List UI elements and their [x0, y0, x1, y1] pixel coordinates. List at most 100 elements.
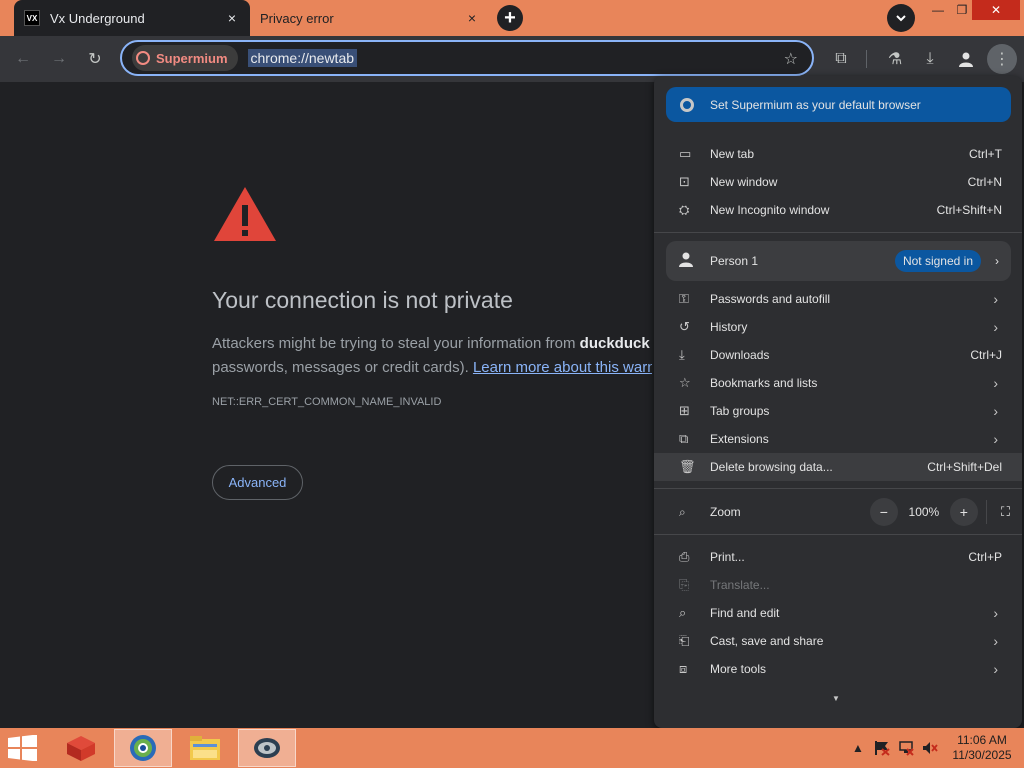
key-icon: ⚿	[679, 291, 689, 306]
chevron-right-icon: ›	[993, 633, 998, 649]
chevron-right-icon: ›	[993, 431, 998, 447]
menu-item-new-tab[interactable]: ▭ New tab Ctrl+T	[654, 140, 1022, 168]
scroll-down-icon[interactable]: ▼	[832, 694, 840, 703]
tray-overflow-icon[interactable]: ▲	[852, 728, 864, 768]
close-window-button[interactable]: ✕	[972, 0, 1020, 20]
menu-item-bookmarks[interactable]: ☆ Bookmarks and lists ›	[654, 369, 1022, 397]
zoom-out-button[interactable]: −	[869, 498, 898, 526]
menu-divider	[654, 488, 1022, 489]
downloads-icon[interactable]: ⤓	[915, 44, 945, 74]
menu-shortcut: Ctrl+P	[968, 550, 1002, 564]
title-bar: VX Vx Underground × Privacy error × + — …	[0, 0, 1024, 36]
close-tab-icon[interactable]: ×	[224, 10, 240, 26]
menu-label: Cast, save and share	[710, 634, 824, 648]
history-icon: ↺	[679, 319, 690, 334]
banner-label: Set Supermium as your default browser	[710, 97, 921, 112]
menu-label: Passwords and autofill	[710, 292, 831, 306]
warning-icon	[214, 187, 276, 241]
download-icon: ⤓	[679, 347, 685, 362]
menu-item-incognito[interactable]: ⛭ New Incognito window Ctrl+Shift+N	[654, 196, 1022, 224]
zoom-row: ⌕ Zoom − 100% + ⛶	[654, 498, 1022, 526]
zoom-label: Zoom	[710, 505, 741, 519]
advanced-button[interactable]: Advanced	[212, 465, 303, 500]
url-text[interactable]: chrome://newtab	[247, 49, 358, 67]
toolbar-divider	[866, 50, 867, 68]
menu-item-passwords[interactable]: ⚿ Passwords and autofill ›	[654, 285, 1022, 313]
taskbar-app-network[interactable]	[238, 729, 296, 767]
network-status-icon[interactable]	[898, 728, 914, 768]
taskbar-app-browser[interactable]	[114, 729, 172, 767]
menu-label: New Incognito window	[710, 203, 830, 217]
tab-vx-underground[interactable]: VX Vx Underground ×	[14, 0, 250, 36]
menu-item-history[interactable]: ↺ History ›	[654, 313, 1022, 341]
menu-button[interactable]: ⋮	[987, 44, 1017, 74]
printer-icon: ⎙	[679, 549, 690, 564]
new-tab-button[interactable]: +	[497, 5, 523, 31]
grid-icon: ⊞	[679, 403, 690, 418]
tab-privacy-error[interactable]: Privacy error ×	[250, 0, 490, 36]
fullscreen-icon[interactable]: ⛶	[1001, 504, 1010, 520]
profile-row[interactable]: Person 1 Not signed in ›	[666, 241, 1011, 281]
zoom-in-button[interactable]: +	[949, 498, 978, 526]
clock[interactable]: 11:06 AM 11/30/2025	[944, 733, 1020, 763]
menu-shortcut: Ctrl+Shift+Del	[927, 460, 1002, 474]
menu-item-tab-groups[interactable]: ⊞ Tab groups ›	[654, 397, 1022, 425]
menu-item-find-and-edit[interactable]: ⌕ Find and edit ›	[654, 599, 1022, 627]
menu-label: New tab	[710, 147, 755, 161]
default-browser-banner[interactable]: Set Supermium as your default browser	[666, 87, 1011, 122]
error-text-line2: passwords, messages or credit cards).	[212, 359, 473, 376]
address-bar[interactable]: Supermium chrome://newtab ☆	[120, 40, 814, 76]
reload-button[interactable]: ↻	[80, 44, 110, 74]
menu-shortcut: Ctrl+T	[969, 147, 1002, 161]
menu-item-more-tools[interactable]: ⧈ More tools ›	[654, 655, 1022, 683]
find-icon: ⌕	[679, 605, 687, 620]
menu-item-delete-browsing-data[interactable]: 🗑 Delete browsing data... Ctrl+Shift+Del	[654, 453, 1022, 481]
menu-label: Translate...	[710, 578, 770, 592]
bookmark-star-icon[interactable]: ☆	[784, 49, 798, 69]
chip-label: Supermium	[156, 50, 228, 66]
menu-item-new-window[interactable]: ⊡ New window Ctrl+N	[654, 168, 1022, 196]
not-secure-icon	[136, 51, 150, 65]
zoom-level: 100%	[908, 505, 940, 519]
profile-icon[interactable]	[951, 44, 981, 74]
clock-date: 11/30/2025	[952, 748, 1012, 762]
menu-item-cast-save-share[interactable]: ⎗ Cast, save and share ›	[654, 627, 1022, 655]
error-description: Attackers might be trying to steal your …	[212, 332, 652, 380]
learn-more-link[interactable]: Learn more about this warnin	[473, 359, 652, 376]
security-chip[interactable]: Supermium	[132, 45, 238, 71]
star-icon: ☆	[679, 375, 691, 390]
cast-icon: ⎗	[679, 633, 690, 648]
taskbar-app-file-explorer[interactable]	[176, 729, 234, 767]
action-center-flag-icon[interactable]	[874, 728, 890, 768]
tab-title: Privacy error	[260, 10, 334, 26]
menu-label: Find and edit	[710, 606, 780, 620]
labs-icon[interactable]: ⚗	[880, 44, 910, 74]
windows-start-icon[interactable]	[8, 735, 38, 761]
zoom-divider	[985, 500, 987, 524]
puzzle-icon: ⧉	[679, 431, 689, 446]
chevron-right-icon: ›	[993, 375, 998, 391]
extensions-icon[interactable]: ⧉	[826, 44, 856, 74]
supermium-logo-icon	[680, 97, 694, 112]
menu-item-print[interactable]: ⎙ Print... Ctrl+P	[654, 543, 1022, 571]
menu-label: New window	[710, 175, 778, 189]
chevron-right-icon: ›	[993, 403, 998, 419]
trash-icon: 🗑	[679, 459, 696, 474]
chevron-right-icon: ›	[993, 605, 998, 621]
tab-search-button[interactable]	[887, 4, 915, 32]
volume-muted-icon[interactable]	[922, 728, 938, 768]
menu-item-extensions[interactable]: ⧉ Extensions ›	[654, 425, 1022, 453]
forward-button[interactable]: →	[44, 44, 74, 74]
chevron-down-icon	[896, 15, 906, 22]
taskbar: ▲ 11:06 AM 11/30/2025	[0, 728, 1024, 768]
chevron-right-icon: ›	[993, 291, 998, 307]
menu-item-translate: ⎘ Translate...	[654, 571, 1022, 599]
taskbar-app-red-cube[interactable]	[52, 729, 110, 767]
menu-label: Downloads	[710, 348, 770, 362]
menu-label: Extensions	[710, 432, 769, 446]
sign-in-status-badge: Not signed in	[894, 250, 981, 272]
back-button[interactable]: ←	[8, 44, 38, 74]
close-tab-icon[interactable]: ×	[464, 10, 480, 26]
person-icon	[959, 52, 973, 67]
menu-item-downloads[interactable]: ⤓ Downloads Ctrl+J	[654, 341, 1022, 369]
